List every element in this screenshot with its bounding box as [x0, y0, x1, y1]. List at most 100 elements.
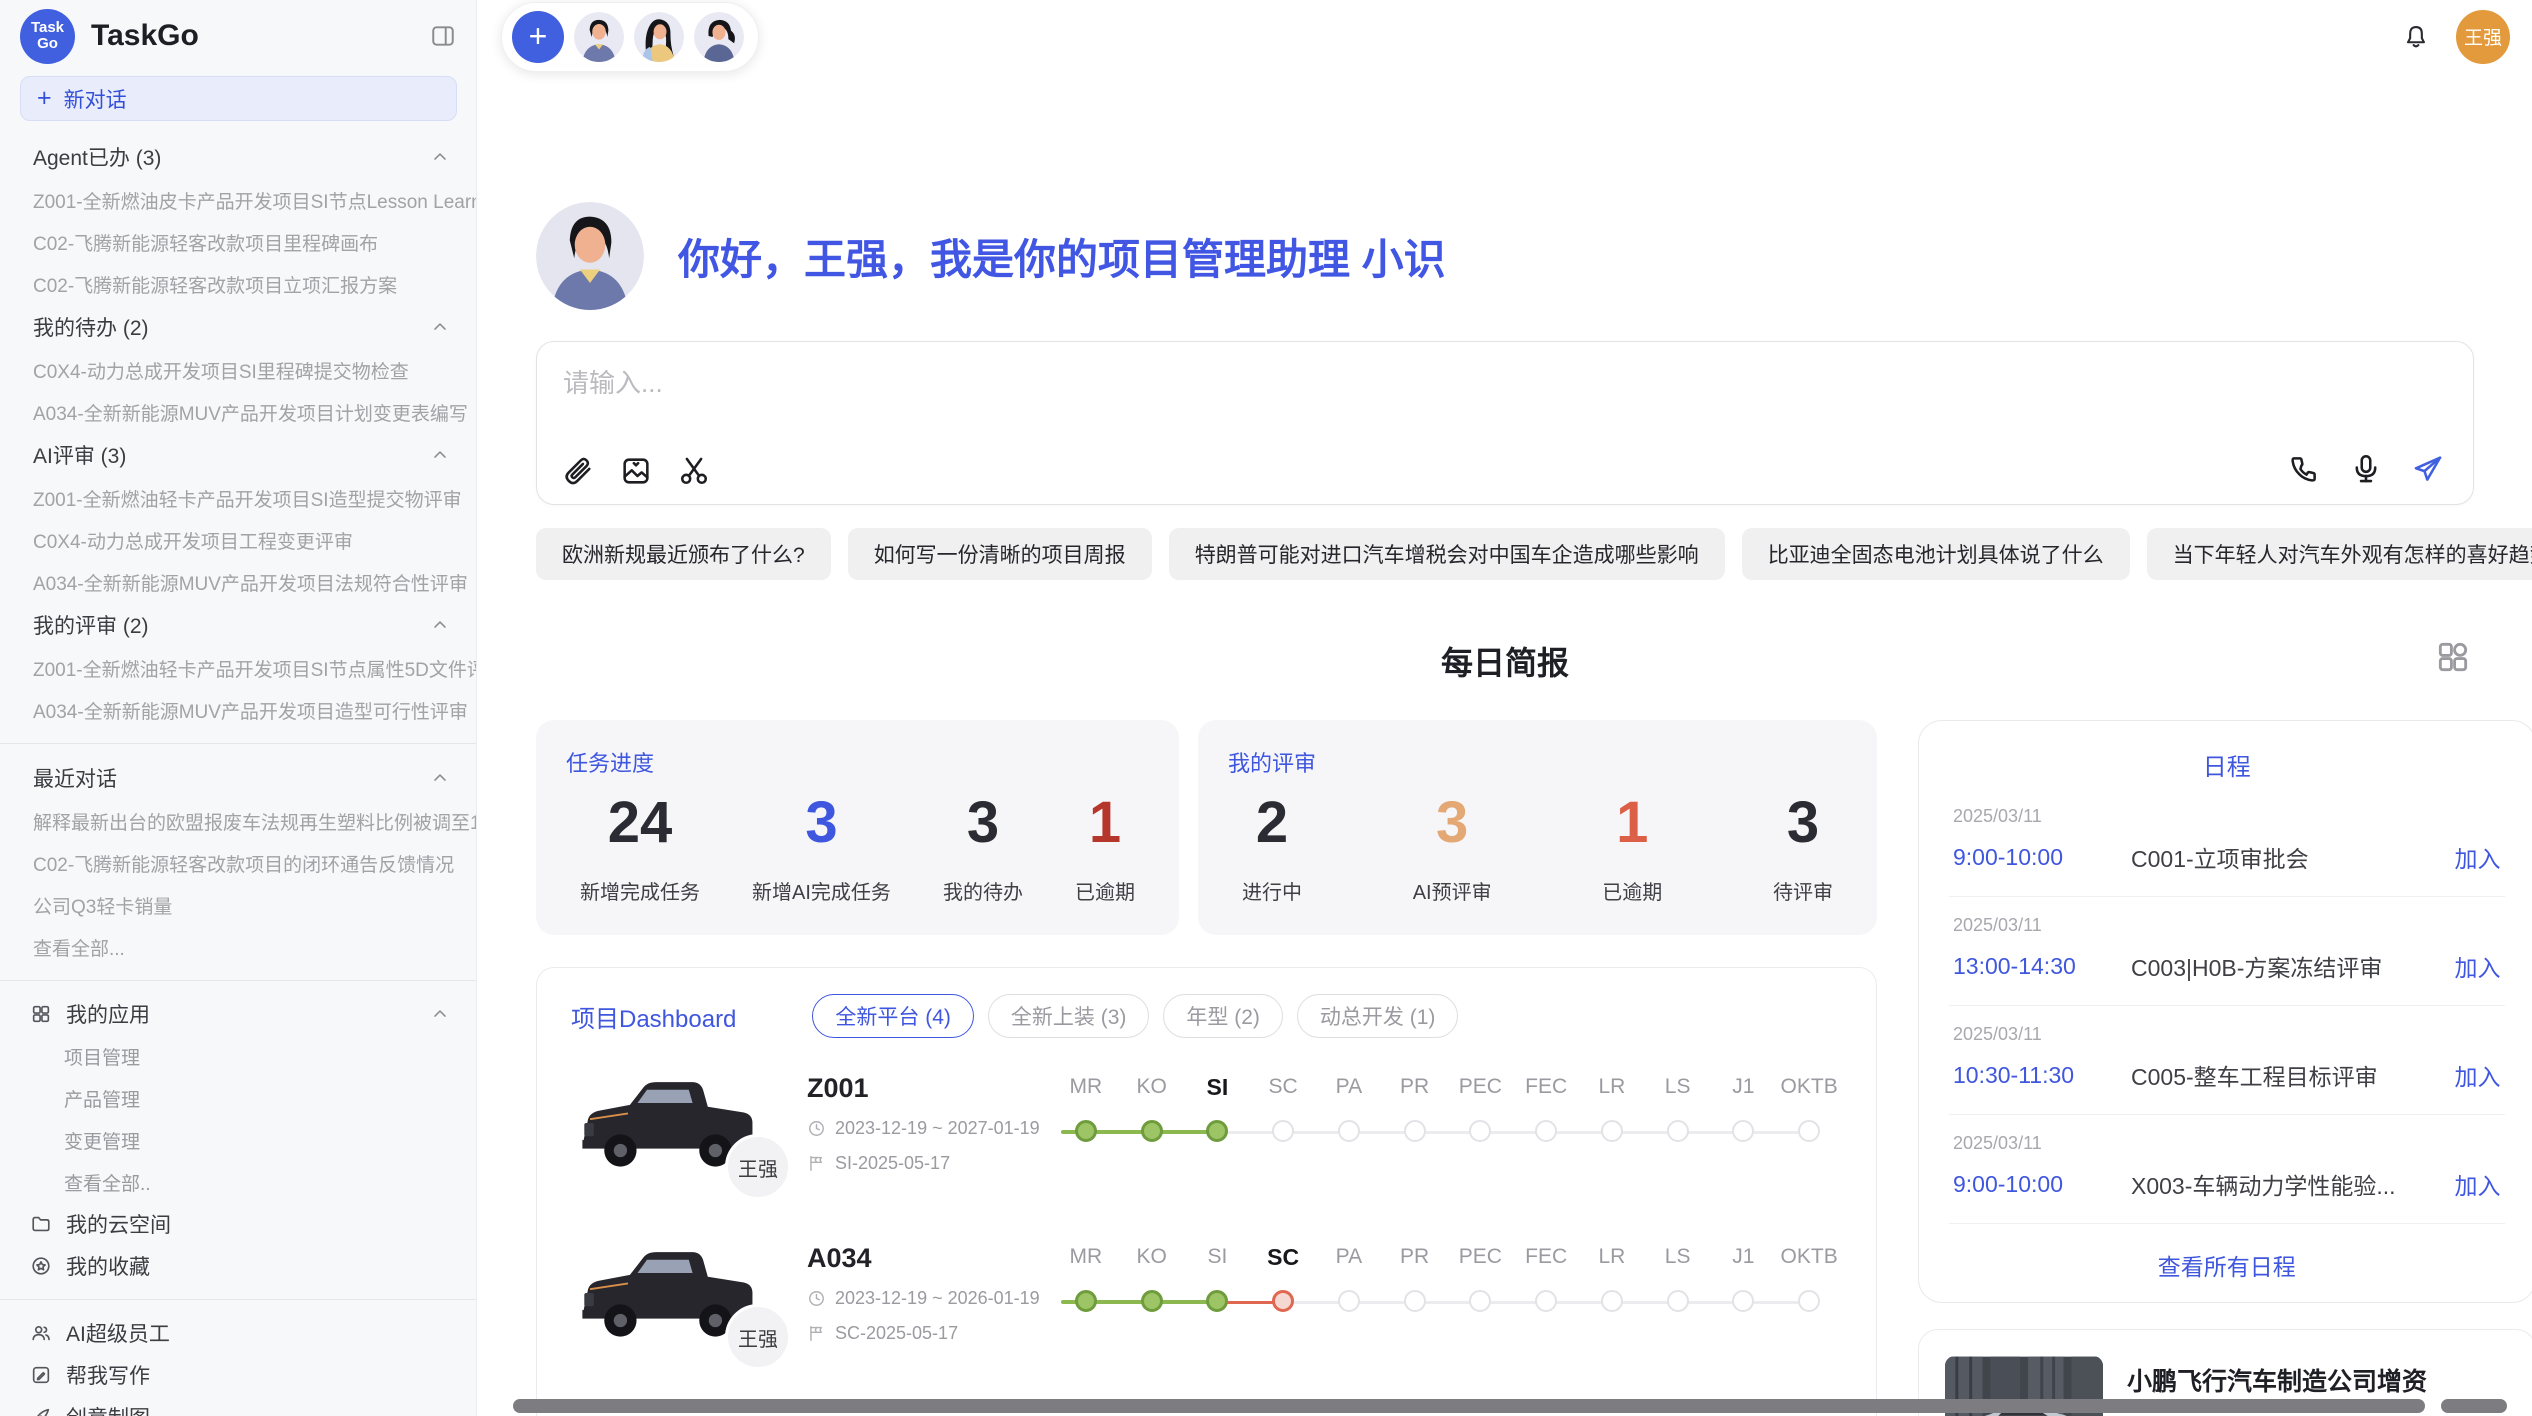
project-image: 王强: [571, 1230, 783, 1356]
schedule-list: 2025/03/11 9:00-10:00 C001-立项审批会 加入 2025…: [1949, 788, 2505, 1224]
schedule-name: C003|H0B-方案冻结评审: [2131, 949, 2455, 983]
sidebar-app-item[interactable]: 产品管理: [0, 1077, 476, 1119]
project-row[interactable]: 王强 Z001 2023-12-19 ~ 2027-01-19 SI: [571, 1060, 1842, 1186]
scissors-icon[interactable]: [677, 454, 711, 488]
send-icon[interactable]: [2411, 452, 2445, 486]
sidebar-app-item[interactable]: 变更管理: [0, 1119, 476, 1161]
join-link[interactable]: 加入: [2455, 1167, 2501, 1201]
stats-row: 任务进度 24 新增完成任务 3 新增AI: [536, 720, 1877, 935]
project-flag-text: SI-2025-05-17: [835, 1153, 950, 1174]
milestone-label: PEC: [1459, 1073, 1502, 1101]
task-progress-card: 任务进度 24 新增完成任务 3 新增AI: [536, 720, 1179, 935]
schedule-card: 日程 2025/03/11 9:00-10:00 C001-立项审批会 加入: [1918, 720, 2532, 1303]
schedule-date: 2025/03/11: [1953, 1133, 2501, 1154]
avatar[interactable]: [634, 12, 684, 62]
sidebar-task-item[interactable]: C02-飞腾新能源轻客改款项目立项汇报方案: [0, 263, 476, 305]
sidebar-item-label: 我的收藏: [66, 1251, 150, 1281]
dashboard-tab[interactable]: 动总开发 (1): [1297, 994, 1459, 1038]
suggestion-chip[interactable]: 当下年轻人对汽车外观有怎样的喜好趋势: [2147, 528, 2532, 580]
sidebar-task-item[interactable]: Z001-全新燃油皮卡产品开发项目SI节点Lesson Learn报告: [0, 179, 476, 221]
dashboard-tab[interactable]: 全新平台 (4): [812, 994, 974, 1038]
milestone-dot: [1141, 1120, 1163, 1142]
schedule-time: 9:00-10:00: [1953, 1171, 2131, 1198]
user-avatar[interactable]: 王强: [2456, 10, 2510, 64]
sidebar-chat-item[interactable]: C02-飞腾新能源轻客改款项目的闭环通告反馈情况: [0, 842, 476, 884]
sidebar-item-cloud-space[interactable]: 我的云空间: [0, 1203, 476, 1245]
sidebar-section-my-apps[interactable]: 我的应用: [0, 993, 476, 1035]
my-apps-list: 项目管理产品管理变更管理查看全部..: [0, 1035, 476, 1203]
milestone-dot: [1732, 1290, 1754, 1312]
sidebar-task-item[interactable]: Z001-全新燃油轻卡产品开发项目SI造型提交物评审: [0, 477, 476, 519]
stat-value: 2: [1256, 794, 1288, 852]
sidebar-section-my-todo[interactable]: 我的待办 (2): [0, 305, 476, 349]
content-columns: 任务进度 24 新增完成任务 3 新增AI: [536, 720, 2474, 1416]
sidebar-item-favorites[interactable]: 我的收藏: [0, 1245, 476, 1287]
sidebar-item-ai-super-staff[interactable]: AI超级员工: [0, 1312, 476, 1354]
image-icon[interactable]: [619, 454, 653, 488]
chat-input[interactable]: [563, 368, 2447, 399]
dashboard-tab[interactable]: 全新上装 (3): [988, 994, 1150, 1038]
phone-icon[interactable]: [2287, 452, 2321, 486]
stat-label: 已逾期: [1602, 876, 1662, 905]
milestone-label: PR: [1400, 1073, 1429, 1101]
sidebar-task-item[interactable]: A034-全新新能源MUV产品开发项目法规符合性评审: [0, 561, 476, 603]
view-all-schedule-link[interactable]: 查看所有日程: [1949, 1224, 2505, 1282]
horizontal-scrollbar-end[interactable]: [2441, 1399, 2507, 1413]
sidebar-task-item[interactable]: A034-全新新能源MUV产品开发项目造型可行性评审: [0, 689, 476, 731]
suggestion-chip[interactable]: 特朗普可能对进口汽车增税会对中国车企造成哪些影响: [1169, 528, 1725, 580]
news-title: 小鹏飞行汽车制造公司增资: [2127, 1362, 2509, 1398]
dashboard-tab[interactable]: 年型 (2): [1163, 994, 1283, 1038]
sidebar-task-item[interactable]: C02-飞腾新能源轻客改款项目里程碑画布: [0, 221, 476, 263]
sidebar-collapse-button[interactable]: [430, 23, 456, 49]
sidebar-app-item[interactable]: 查看全部..: [0, 1161, 476, 1203]
stat-block: 3 待评审: [1773, 794, 1833, 905]
sidebar-task-item[interactable]: C0X4-动力总成开发项目SI里程碑提交物检查: [0, 349, 476, 391]
sidebar-section-my-review[interactable]: 我的评审 (2): [0, 603, 476, 647]
sidebar-app-item[interactable]: 项目管理: [0, 1035, 476, 1077]
join-link[interactable]: 加入: [2455, 949, 2501, 983]
microphone-icon[interactable]: [2349, 452, 2383, 486]
join-link[interactable]: 加入: [2455, 840, 2501, 874]
sidebar-section-agent-done[interactable]: Agent已办 (3): [0, 135, 476, 179]
notification-bell-icon[interactable]: [2402, 23, 2430, 51]
horizontal-scrollbar[interactable]: [513, 1399, 2425, 1413]
sidebar-task-item[interactable]: Z001-全新燃油轻卡产品开发项目SI节点属性5D文件评审: [0, 647, 476, 689]
my-todo-list: C0X4-动力总成开发项目SI里程碑提交物检查A034-全新新能源MUV产品开发…: [0, 349, 476, 433]
schedule-item[interactable]: 2025/03/11 9:00-10:00 X003-车辆动力学性能验... 加…: [1949, 1115, 2505, 1224]
star-badge-icon: [30, 1255, 52, 1277]
sidebar-item-creative-drawing[interactable]: 创意制图: [0, 1396, 476, 1416]
sidebar-item-help-me-write[interactable]: 帮我写作: [0, 1354, 476, 1396]
sidebar-section-recent-chats[interactable]: 最近对话: [0, 756, 476, 800]
milestone-columns: MR KO SI: [1053, 1243, 1842, 1343]
sidebar-section-ai-review[interactable]: AI评审 (3): [0, 433, 476, 477]
schedule-name: C005-整车工程目标评审: [2131, 1058, 2455, 1092]
new-chat-button[interactable]: + 新对话: [20, 76, 457, 121]
project-row[interactable]: 王强 A034 2023-12-19 ~ 2026-01-19 SC: [571, 1230, 1842, 1356]
layout-grid-icon[interactable]: [2434, 638, 2472, 676]
milestone-dot: [1798, 1290, 1820, 1312]
sidebar-chat-item[interactable]: 解释最新出台的欧盟报废车法规再生塑料比例被调至15%...: [0, 800, 476, 842]
suggestion-chip[interactable]: 如何写一份清晰的项目周报: [848, 528, 1152, 580]
schedule-item[interactable]: 2025/03/11 10:30-11:30 C005-整车工程目标评审 加入: [1949, 1006, 2505, 1115]
stat-block: 3 新增AI完成任务: [752, 794, 891, 905]
suggestion-chip[interactable]: 比亚迪全固态电池计划具体说了什么: [1742, 528, 2130, 580]
new-chat-label: 新对话: [64, 84, 127, 114]
avatar[interactable]: [574, 12, 624, 62]
schedule-title: 日程: [1949, 747, 2505, 782]
suggestion-chip[interactable]: 欧洲新规最近颁布了什么?: [536, 528, 831, 580]
project-flag: SC-2025-05-17: [807, 1323, 1053, 1344]
sidebar-task-item[interactable]: A034-全新新能源MUV产品开发项目计划变更表编写: [0, 391, 476, 433]
sidebar-task-item[interactable]: C0X4-动力总成开发项目工程变更评审: [0, 519, 476, 561]
add-member-button[interactable]: +: [512, 11, 564, 63]
sidebar-chat-item[interactable]: 公司Q3轻卡销量: [0, 884, 476, 926]
paperclip-icon[interactable]: [561, 454, 595, 488]
section-title: 我的应用: [66, 999, 150, 1029]
agent-done-list: Z001-全新燃油皮卡产品开发项目SI节点Lesson Learn报告C02-飞…: [0, 179, 476, 305]
join-link[interactable]: 加入: [2455, 1058, 2501, 1092]
schedule-item[interactable]: 2025/03/11 13:00-14:30 C003|H0B-方案冻结评审 加…: [1949, 897, 2505, 1006]
milestone: J1: [1711, 1243, 1777, 1343]
avatar[interactable]: [694, 12, 744, 62]
schedule-item[interactable]: 2025/03/11 9:00-10:00 C001-立项审批会 加入: [1949, 788, 2505, 897]
sidebar-chat-item[interactable]: 查看全部...: [0, 926, 476, 968]
milestone-label: LS: [1665, 1073, 1691, 1101]
